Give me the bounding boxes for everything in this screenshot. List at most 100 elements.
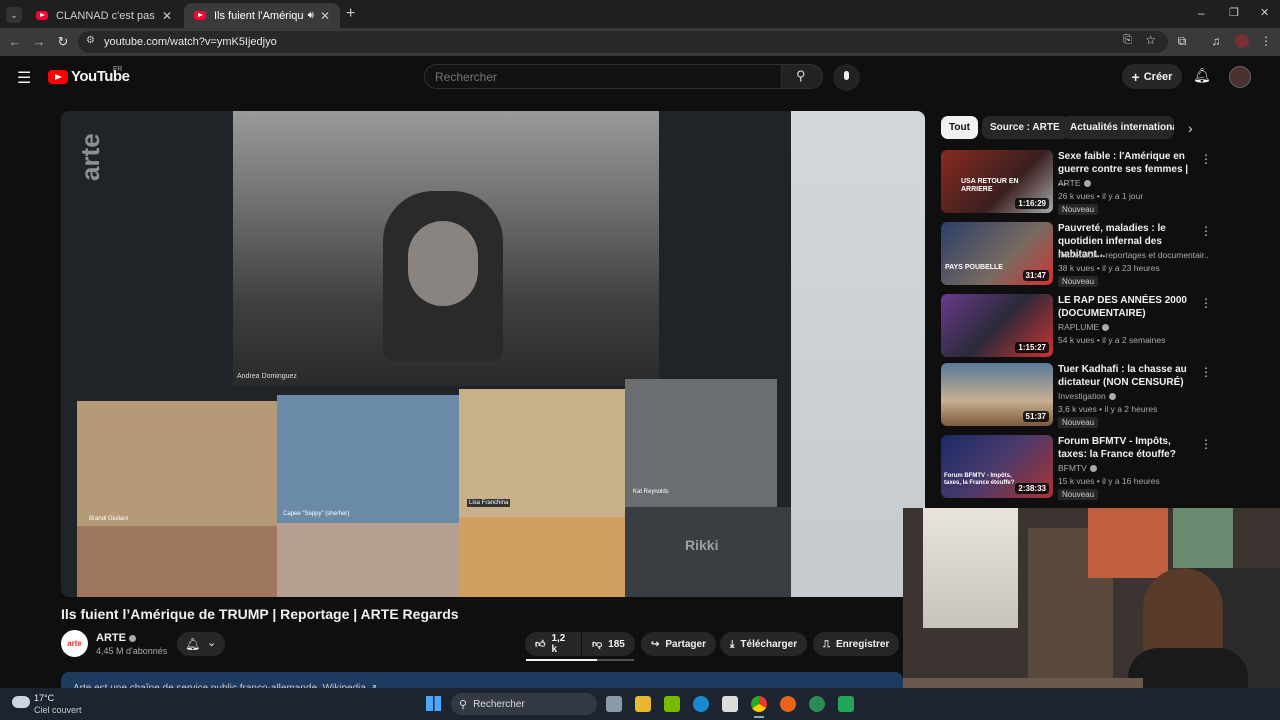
close-tab-icon[interactable]: ✕ [320,9,330,23]
weather-condition[interactable]: Ciel couvert [34,705,82,715]
video-thumbnail[interactable]: 1:15:27 [941,294,1053,357]
search-input[interactable] [424,64,782,89]
more-options-icon[interactable]: ⋮ [1200,437,1212,451]
verified-icon [1102,324,1110,332]
channel-avatar[interactable]: arte [61,630,88,657]
dislike-button[interactable]: 👎︎ 185 [582,632,635,656]
chrome-menu-icon[interactable]: ⋮ [1258,34,1274,48]
voice-search-button[interactable] [833,64,860,91]
chip-international-news[interactable]: Actualités internationales [1062,116,1174,139]
hamburger-menu-icon[interactable]: ☰ [17,68,31,88]
recommendation-item[interactable]: USA RETOUR EN ARRIERE 1:16:29 Sexe faibl… [941,150,1212,215]
search-icon: ⚲ [459,698,468,711]
windows-start-icon[interactable] [426,696,441,711]
recommendation-item[interactable]: 51:37 Tuer Kadhafi : la chasse au dictat… [941,363,1212,428]
recommendation-title[interactable]: Forum BFMTV - Impôts, taxes: la France é… [1058,435,1198,461]
new-badge: Nouveau [1058,489,1099,500]
share-button[interactable]: ↪ Partager [641,632,716,656]
extensions-icon[interactable]: ⧉ [1174,34,1190,49]
more-options-icon[interactable]: ⋮ [1200,365,1212,379]
video-duration: 1:16:29 [1015,198,1049,209]
download-icon: ⤓ [730,638,735,650]
chrome-icon[interactable] [751,696,767,712]
share-label: Partager [665,638,706,650]
profile-avatar[interactable] [1235,34,1249,48]
install-app-icon[interactable]: ⎘ [1123,34,1132,47]
video-player[interactable]: arte Andrea Dominguez Brandi Giuliani Ca… [61,111,925,597]
speaker-icon[interactable]: 🔊︎ [308,10,314,21]
youtube-logo-icon[interactable] [48,70,68,84]
channel-name[interactable]: ARTE [96,632,136,644]
tab-search-button[interactable]: ⌄ [6,7,22,23]
bell-icon: 🔔︎ [185,637,201,651]
thumbnail-text: PAYS POUBELLE [945,264,1003,271]
close-tab-icon[interactable]: ✕ [162,9,172,23]
recommendation-channel[interactable]: Immersion • reportages et documentair... [1058,250,1208,260]
media-controls-icon[interactable]: ♫ [1208,34,1224,48]
video-thumbnail[interactable]: PAYS POUBELLE 31:47 [941,222,1053,285]
chevron-right-icon[interactable]: › [1188,120,1193,136]
new-badge: Nouveau [1058,417,1099,428]
recommendation-item[interactable]: PAYS POUBELLE 31:47 Pauvreté, maladies :… [941,222,1212,287]
search-button[interactable]: ⚲ [781,64,823,89]
taskbar-search[interactable]: ⚲ Rechercher [451,693,597,715]
recommendation-channel: RAPLUME [1058,322,1208,332]
video-thumbnail[interactable]: Forum BFMTV - Impôts, taxes, la France é… [941,435,1053,498]
like-ratio-bar [526,659,634,661]
more-options-icon[interactable]: ⋮ [1200,224,1212,238]
chip-all[interactable]: Tout [941,116,978,139]
browser-tab-current[interactable]: Ils fuient l'Amérique de TRUMP 🔊︎ ✕ [184,3,340,28]
recommendation-item[interactable]: Forum BFMTV - Impôts, taxes, la France é… [941,435,1212,500]
verified-icon [1089,465,1097,473]
task-view-icon[interactable] [606,696,622,712]
bookmark-star-icon[interactable]: ☆ [1145,33,1156,47]
site-info-icon[interactable]: ⚙ [86,35,95,46]
back-icon[interactable]: ← [7,34,23,49]
weather-temperature[interactable]: 17°C [34,693,54,703]
like-button[interactable]: 👍︎ 1,2 k [525,632,581,656]
recommendation-item[interactable]: 1:15:27 LE RAP DES ANNÉES 2000 (DOCUMENT… [941,294,1212,358]
browser-tab-clannad[interactable]: CLANNAD c'est pas ouf ! - YouTube ✕ [26,3,182,28]
firefox-icon[interactable] [780,696,796,712]
app-icon[interactable] [809,696,825,712]
video-thumbnail[interactable]: USA RETOUR EN ARRIERE 1:16:29 [941,150,1053,213]
plus-icon: + [1131,68,1140,85]
restore-button[interactable]: ❐ [1229,6,1239,19]
close-window-button[interactable]: ✕ [1260,6,1269,19]
file-explorer-icon[interactable] [635,696,651,712]
nvidia-icon[interactable] [664,696,680,712]
more-options-icon[interactable]: ⋮ [1200,152,1212,166]
notifications-bell-icon[interactable]: 🔔︎ [1193,67,1211,84]
reload-icon[interactable]: ↻ [55,34,71,50]
save-button[interactable]: ⎍ Enregistrer [813,632,900,656]
recommendation-channel-name[interactable]: Investigation [1058,391,1106,401]
recommendation-channel-name[interactable]: BFMTV [1058,463,1087,473]
recommendation-title[interactable]: Tuer Kadhafi : la chasse au dictateur (N… [1058,363,1198,389]
store-icon[interactable] [722,696,738,712]
channel-name-text[interactable]: ARTE [96,632,126,644]
minimize-button[interactable]: – [1198,6,1205,20]
account-avatar[interactable] [1229,66,1251,88]
recommendation-channel-name[interactable]: ARTE [1058,178,1081,188]
new-tab-button[interactable]: + [346,5,355,23]
recommendation-title[interactable]: LE RAP DES ANNÉES 2000 (DOCUMENTAIRE) [1058,294,1198,320]
create-label: Créer [1143,70,1173,83]
address-bar[interactable]: ⚙ youtube.com/watch?v=ymK5Ijedjyo ⎘ ☆ [78,31,1168,53]
edge-icon[interactable] [693,696,709,712]
like-count: 1,2 k [551,633,566,655]
video-thumbnail[interactable]: 51:37 [941,363,1053,426]
recommendation-channel-name[interactable]: RAPLUME [1058,322,1099,332]
like-ratio-fill [526,659,598,661]
url-text: youtube.com/watch?v=ymK5Ijedjyo [104,36,277,48]
download-button[interactable]: ⤓ Télécharger [720,632,808,656]
chip-source-arte[interactable]: Source : ARTE [982,116,1068,139]
discord-icon[interactable] [838,696,854,712]
more-options-icon[interactable]: ⋮ [1200,296,1212,310]
forward-icon[interactable]: → [31,34,47,49]
new-badge: Nouveau [1058,276,1099,287]
subscription-bell-button[interactable]: 🔔︎ ⌄ [177,632,225,656]
youtube-favicon-icon [36,11,48,20]
participant-name-label: Kat Reynolds [633,489,669,495]
create-button[interactable]: + Créer [1122,64,1182,89]
weather-cloud-icon[interactable] [12,696,30,708]
